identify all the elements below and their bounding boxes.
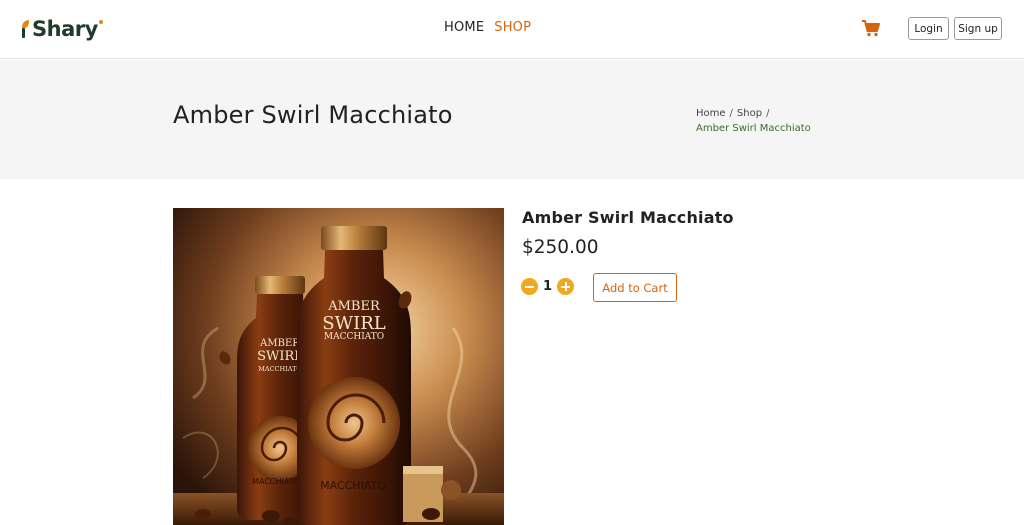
plus-circle-icon[interactable] — [557, 278, 574, 295]
logo-dot — [98, 20, 103, 24]
page-title: Amber Swirl Macchiato — [173, 101, 453, 129]
product-name: Amber Swirl Macchiato — [522, 208, 734, 227]
bottle-small-bottom-label: MACCHIATO — [252, 477, 300, 486]
product-price: $250.00 — [522, 237, 599, 258]
brand-name: Shary — [32, 17, 98, 41]
brand-logo[interactable]: Shary — [19, 14, 103, 44]
leaf-icon — [19, 18, 31, 40]
breadcrumb-home-link[interactable]: Home — [696, 108, 726, 119]
quantity-value: 1 — [542, 279, 553, 294]
nav-shop-link[interactable]: SHOP — [494, 20, 531, 35]
signup-button[interactable]: Sign up — [954, 17, 1002, 40]
quantity-stepper: 1 — [521, 278, 574, 295]
breadcrumb-shop-link[interactable]: Shop — [737, 108, 762, 119]
main-nav: HOME SHOP — [444, 20, 531, 35]
shopping-cart-icon[interactable] — [861, 19, 881, 37]
breadcrumb: Home / Shop / Amber Swirl Macchiato — [696, 106, 836, 136]
page-hero: Amber Swirl Macchiato Home / Shop / Amber S… — [0, 60, 1024, 179]
bottle-large-bottom-label: MACCHIATO — [320, 479, 386, 492]
breadcrumb-separator: / — [766, 108, 770, 119]
bottle-large-label-3: MACCHIATO — [324, 332, 384, 342]
add-to-cart-button[interactable]: Add to Cart — [593, 273, 677, 302]
site-header: Shary HOME SHOP Login Sign up — [0, 0, 1024, 59]
login-button[interactable]: Login — [908, 17, 949, 40]
bottle-small-label-1: AMBER — [259, 338, 300, 349]
bottle-large-label-1: AMBER — [327, 299, 381, 314]
breadcrumb-current: Amber Swirl Macchiato — [696, 123, 811, 134]
nav-home-link[interactable]: HOME — [444, 20, 484, 35]
bottle-small-label-3: MACCHIATO — [258, 365, 302, 373]
product-image: AMBER SWIRL MACCHIATO MACCHIATO AMBER SW… — [173, 208, 504, 525]
bottle-small-label-2: SWIRL — [257, 349, 303, 364]
bottle-large-label-2: SWIRL — [322, 313, 385, 334]
minus-circle-icon[interactable] — [521, 278, 538, 295]
breadcrumb-separator: / — [729, 108, 733, 119]
